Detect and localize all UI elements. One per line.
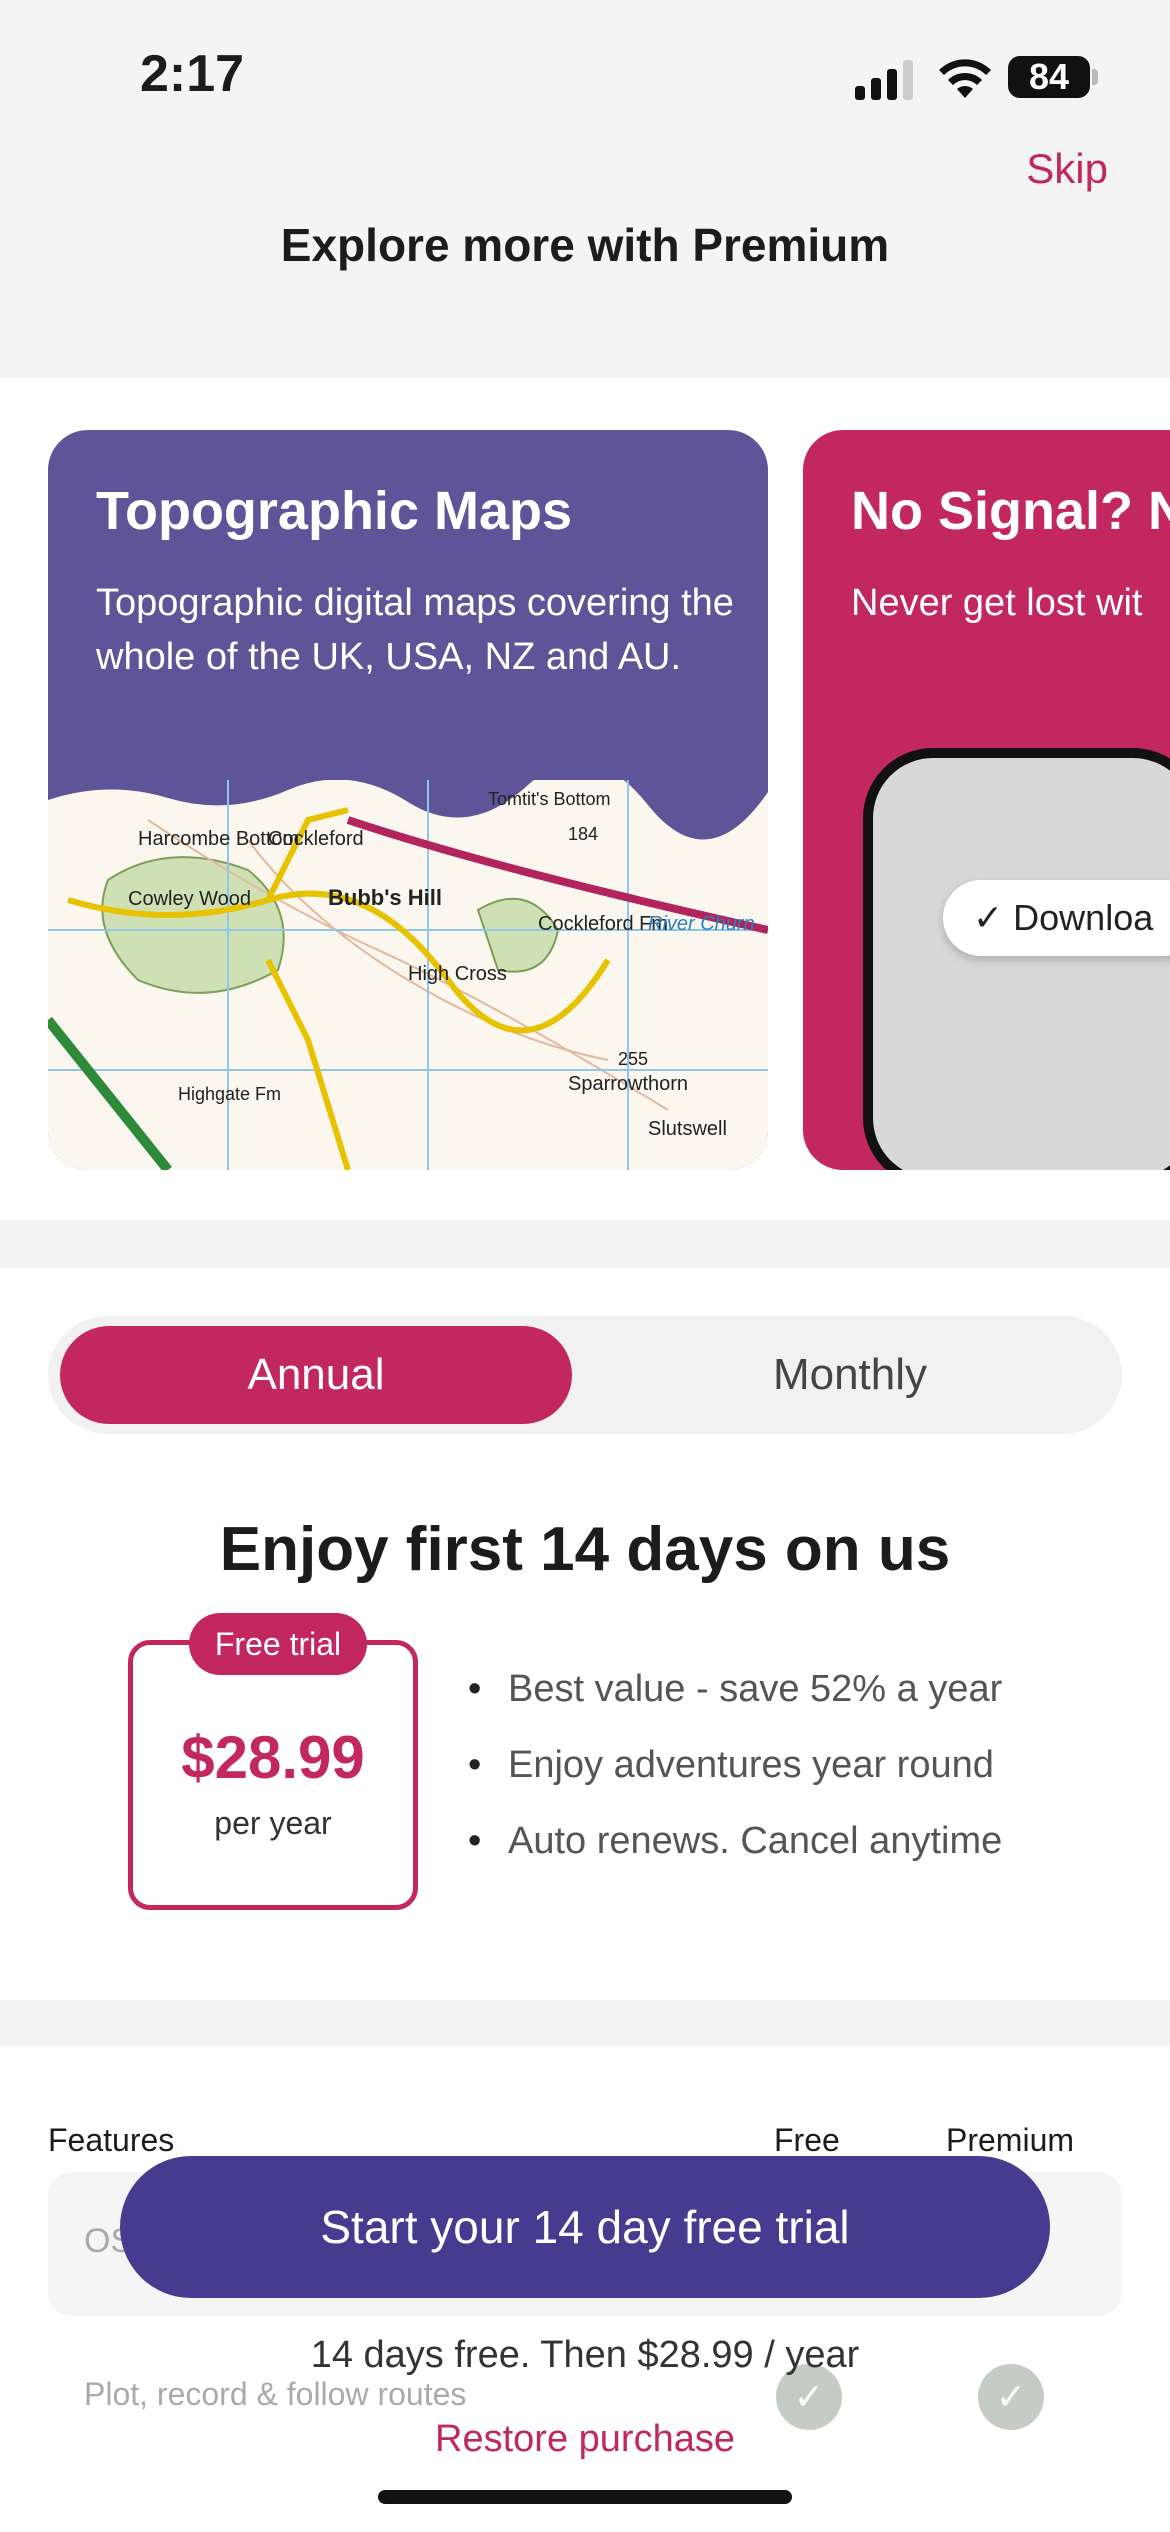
features-header: Features	[48, 2122, 175, 2158]
map-label: 184	[568, 824, 598, 844]
benefit-item: Enjoy adventures year round	[468, 1744, 1002, 1820]
pricing-section: Annual Monthly Enjoy first 14 days on us…	[0, 1268, 1170, 2000]
card-title: No Signal? N	[851, 481, 1170, 541]
feature-label: Plot, record & follow routes	[84, 2376, 467, 2412]
free-trial-badge: Free trial	[189, 1613, 367, 1675]
map-label: 255	[618, 1049, 648, 1069]
map-label: Sparrowthorn	[568, 1073, 688, 1095]
trial-headline: Enjoy first 14 days on us	[219, 1515, 951, 1584]
map-label: High Cross	[408, 963, 507, 985]
card-title: Topographic Maps	[96, 481, 573, 541]
status-time: 2:17	[140, 45, 245, 103]
feature-carousel[interactable]: Topographic Maps Topographic digital map…	[0, 378, 1170, 1220]
map-label: Cockleford	[268, 828, 364, 850]
start-free-trial-button[interactable]: Start your 14 day free trial	[120, 2156, 1050, 2298]
restore-purchase-link[interactable]: Restore purchase	[0, 2418, 1170, 2461]
price-amount: $28.99	[181, 1724, 365, 1791]
card-description: Never get lost wit	[851, 582, 1143, 624]
benefit-item: Best value - save 52% a year	[468, 1668, 1002, 1744]
carousel-card-topographic-maps[interactable]: Topographic Maps Topographic digital map…	[48, 430, 768, 1170]
card-description: Topographic digital maps covering the wh…	[96, 582, 734, 678]
map-label: Slutswell	[648, 1118, 727, 1140]
map-label: Highgate Fm	[178, 1084, 281, 1104]
billing-period-toggle[interactable]: Annual Monthly	[48, 1316, 1122, 1434]
trial-fine-print: 14 days free. Then $28.99 / year	[310, 2334, 860, 2376]
skip-button[interactable]: Skip	[1026, 145, 1108, 193]
toggle-annual[interactable]: Annual	[60, 1326, 572, 1424]
download-pill: ✓ Downloa	[943, 880, 1170, 956]
map-label: Cowley Wood	[128, 888, 251, 910]
status-bar: 2:17 84	[0, 0, 1170, 150]
benefits-list: Best value - save 52% a year Enjoy adven…	[468, 1668, 1002, 1896]
map-label: River Churn	[648, 913, 755, 935]
battery-cap	[1092, 69, 1098, 85]
battery-icon: 84	[1008, 56, 1090, 98]
topographic-map-image: Harcombe Bottom Cockleford Tomtit's Bott…	[48, 780, 768, 1170]
free-header: Free	[774, 2122, 840, 2158]
home-indicator[interactable]	[378, 2490, 792, 2504]
price-card: Free trial $28.99 per year	[128, 1613, 418, 1910]
toggle-monthly[interactable]: Monthly	[588, 1326, 1112, 1424]
map-label: Tomtit's Bottom	[488, 789, 610, 809]
phone-mockup-image	[863, 748, 1170, 1170]
price-period: per year	[214, 1805, 332, 1841]
wifi-icon	[939, 59, 991, 98]
benefit-item: Auto renews. Cancel anytime	[468, 1820, 1002, 1896]
page-title: Explore more with Premium	[280, 219, 890, 271]
carousel-card-no-signal[interactable]: No Signal? N Never get lost wit ✓ Downlo…	[803, 430, 1170, 1170]
premium-header: Premium	[946, 2122, 1075, 2158]
cellular-signal-icon	[855, 60, 913, 100]
map-label: Bubb's Hill	[328, 885, 442, 910]
